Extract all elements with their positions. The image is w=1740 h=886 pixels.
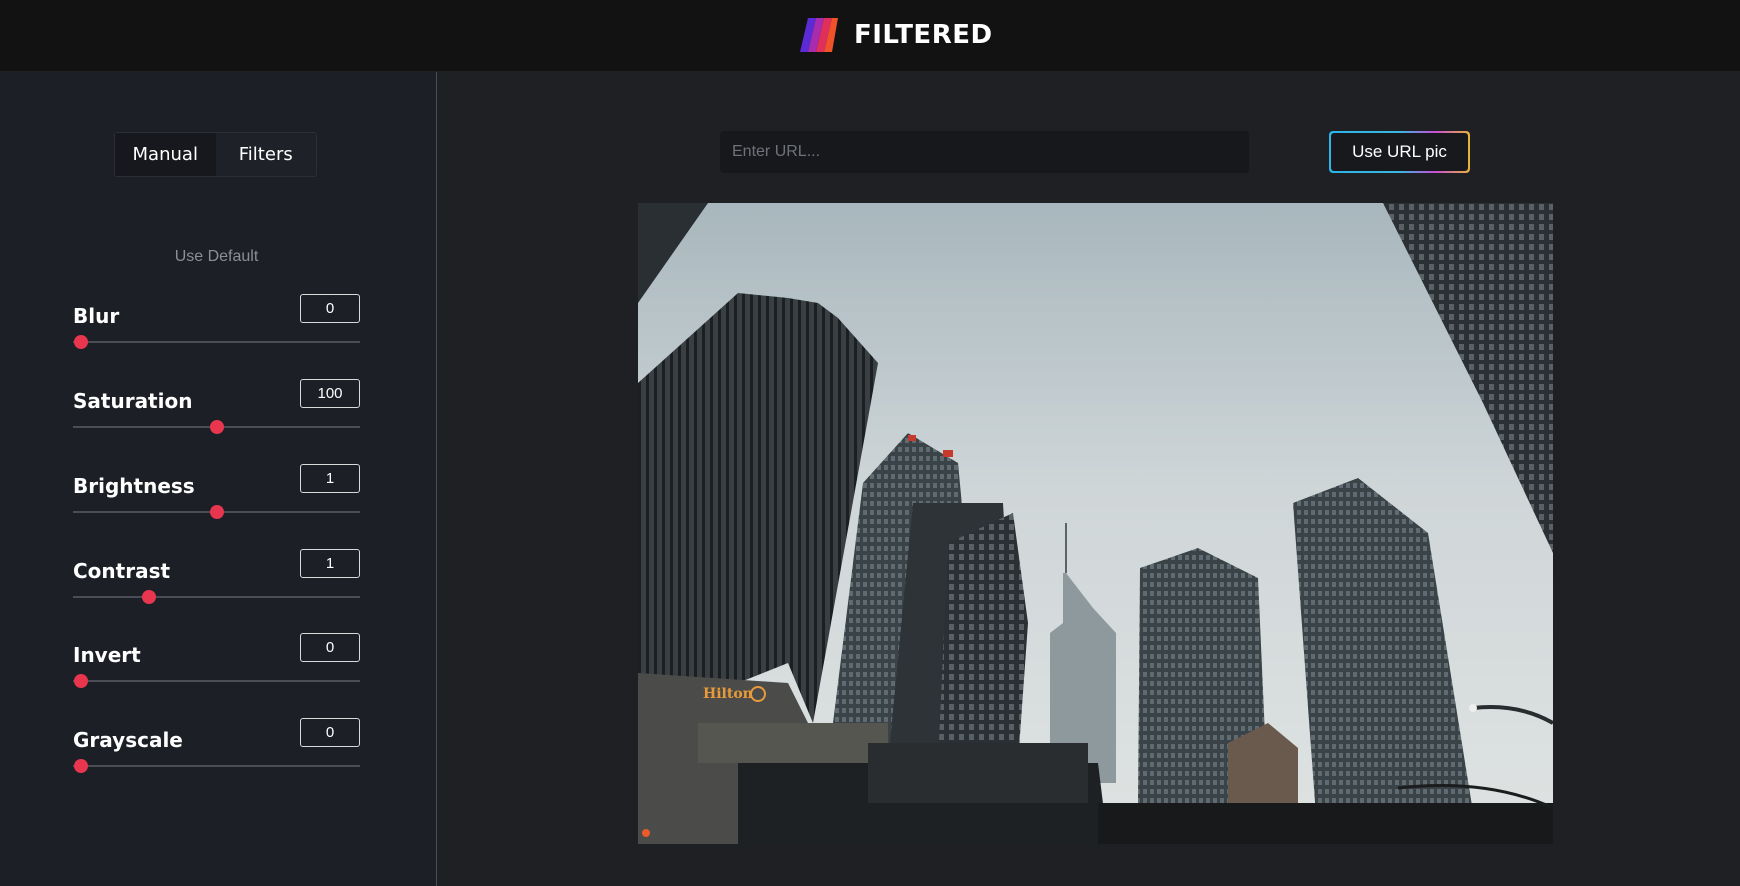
city-skyscrapers-image: Hilton: [638, 203, 1553, 844]
blur-slider-thumb[interactable]: [74, 335, 88, 349]
control-invert: Invert: [73, 633, 360, 693]
saturation-slider[interactable]: [73, 420, 360, 434]
grayscale-slider-track: [73, 765, 360, 767]
image-preview: Hilton: [638, 203, 1553, 844]
invert-slider[interactable]: [73, 674, 360, 688]
grayscale-value-input[interactable]: [300, 718, 360, 747]
control-blur: Blur: [73, 294, 360, 354]
tab-manual[interactable]: Manual: [115, 133, 216, 176]
control-grayscale: Grayscale: [73, 718, 360, 778]
contrast-value-input[interactable]: [300, 549, 360, 578]
sidebar: Manual Filters Use Default Blur Saturatio…: [0, 72, 437, 886]
main-area: Use URL pic: [437, 72, 1740, 886]
mode-tabs: Manual Filters: [114, 132, 317, 177]
use-default-button[interactable]: Use Default: [0, 248, 433, 266]
saturation-value-input[interactable]: [300, 379, 360, 408]
brightness-slider-thumb[interactable]: [209, 505, 224, 519]
grayscale-label: Grayscale: [73, 728, 183, 752]
tab-filters[interactable]: Filters: [215, 133, 316, 176]
control-contrast: Contrast: [73, 549, 360, 609]
top-bar: FILTERED: [0, 0, 1740, 72]
blur-value-input[interactable]: [300, 294, 360, 323]
brand-name: FILTERED: [854, 20, 993, 50]
grayscale-slider-thumb[interactable]: [74, 759, 88, 773]
invert-value-input[interactable]: [300, 633, 360, 662]
blur-slider[interactable]: [73, 335, 360, 349]
url-input[interactable]: [720, 131, 1249, 173]
brand[interactable]: FILTERED: [800, 18, 993, 52]
saturation-label: Saturation: [73, 389, 193, 413]
url-button-border: Use URL pic: [1329, 131, 1470, 173]
hotel-sign: Hilton: [703, 686, 753, 702]
blur-slider-track: [73, 341, 360, 343]
striped-logo-icon: [800, 18, 838, 52]
contrast-slider[interactable]: [73, 590, 360, 604]
contrast-slider-thumb[interactable]: [141, 590, 156, 604]
contrast-slider-track: [73, 596, 360, 598]
grayscale-slider[interactable]: [73, 759, 360, 773]
brightness-value-input[interactable]: [300, 464, 360, 493]
invert-slider-track: [73, 680, 360, 682]
blur-label: Blur: [73, 304, 120, 328]
saturation-slider-thumb[interactable]: [209, 420, 224, 434]
invert-label: Invert: [73, 643, 141, 667]
brightness-label: Brightness: [73, 474, 195, 498]
invert-slider-thumb[interactable]: [74, 674, 88, 688]
control-saturation: Saturation: [73, 379, 360, 439]
brightness-slider[interactable]: [73, 505, 360, 519]
use-url-pic-button[interactable]: Use URL pic: [1331, 133, 1468, 171]
contrast-label: Contrast: [73, 559, 171, 583]
control-brightness: Brightness: [73, 464, 360, 524]
